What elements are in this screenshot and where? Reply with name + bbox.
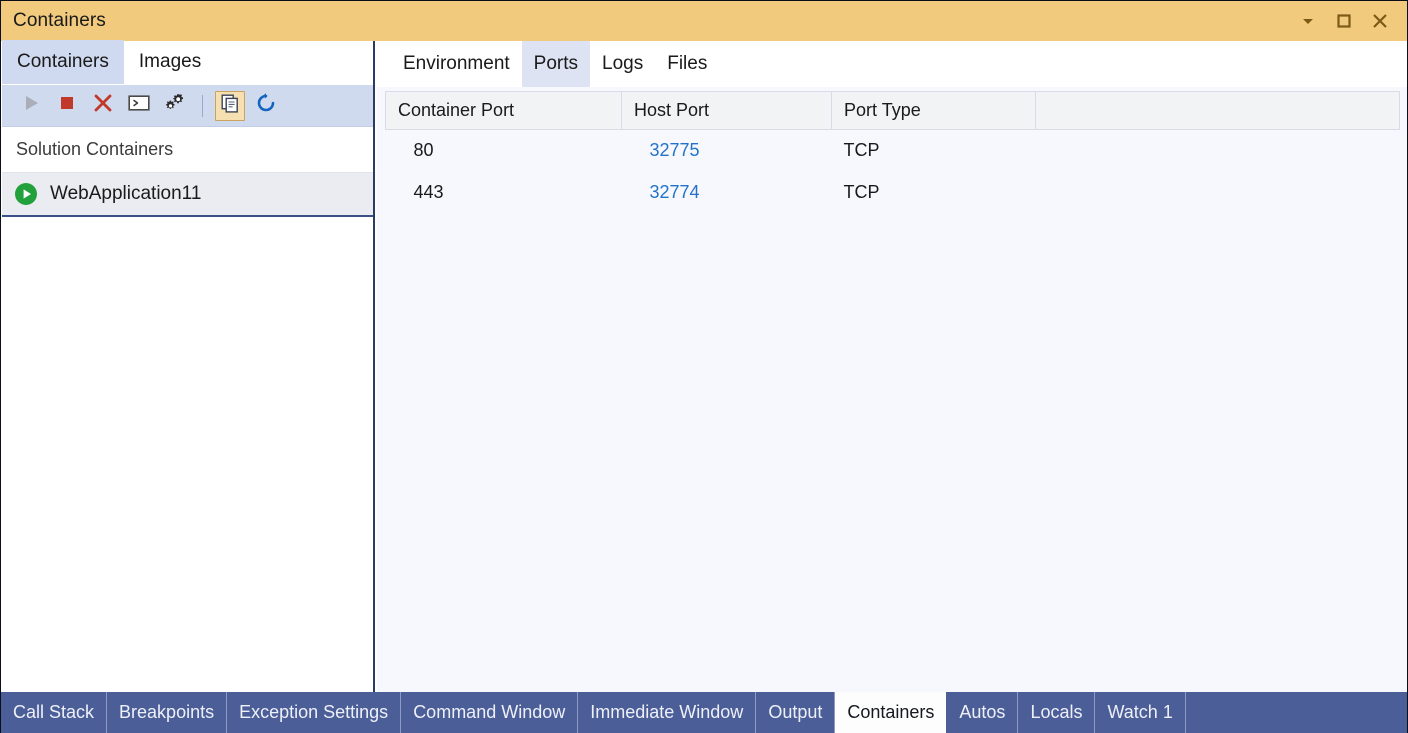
green-play-icon xyxy=(14,182,38,206)
tab-environment[interactable]: Environment xyxy=(391,41,522,87)
tab-environment-label: Environment xyxy=(403,53,510,75)
bottom-tab-call-stack-label: Call Stack xyxy=(13,702,94,723)
tab-files[interactable]: Files xyxy=(655,41,719,87)
bottom-tab-watch-1[interactable]: Watch 1 xyxy=(1095,692,1185,733)
tab-images[interactable]: Images xyxy=(124,40,216,84)
stop-square-icon xyxy=(57,93,77,118)
ports-table-body: 80 32775 TCP 443 32774 TCP xyxy=(386,130,1400,214)
chevron-down-icon[interactable] xyxy=(1291,6,1325,36)
left-tab-bar: Containers Images xyxy=(2,41,373,85)
terminal-icon xyxy=(127,93,151,118)
tab-containers-label: Containers xyxy=(17,51,109,73)
tab-images-label: Images xyxy=(139,51,201,73)
bottom-tab-exception-settings-label: Exception Settings xyxy=(239,702,388,723)
container-details-pane: Environment Ports Logs Files Container P… xyxy=(377,41,1407,692)
tab-files-label: Files xyxy=(667,53,707,75)
ports-table: Container Port Host Port Port Type 80 32… xyxy=(385,91,1400,214)
column-header-port-type[interactable]: Port Type xyxy=(832,92,1036,130)
start-button[interactable] xyxy=(16,91,46,121)
bottom-tab-locals[interactable]: Locals xyxy=(1018,692,1095,733)
bottom-tab-output[interactable]: Output xyxy=(756,692,835,733)
column-header-host-port[interactable]: Host Port xyxy=(622,92,832,130)
cell-host-port-link[interactable]: 32774 xyxy=(622,172,832,214)
bottom-tab-output-label: Output xyxy=(768,702,822,723)
table-row[interactable]: 80 32775 TCP xyxy=(386,130,1400,172)
bottom-tab-breakpoints[interactable]: Breakpoints xyxy=(107,692,227,733)
containers-tool-window: Containers Containers Images xyxy=(0,0,1408,733)
cell-blank xyxy=(1036,172,1400,214)
tab-logs[interactable]: Logs xyxy=(590,41,655,87)
solution-containers-header: Solution Containers xyxy=(2,127,373,173)
play-icon xyxy=(21,93,41,118)
solution-containers-label: Solution Containers xyxy=(16,139,173,160)
bottom-tab-command-window-label: Command Window xyxy=(413,702,565,723)
ports-table-wrapper: Container Port Host Port Port Type 80 32… xyxy=(377,87,1407,692)
cell-port-type: TCP xyxy=(832,172,1036,214)
ports-table-header: Container Port Host Port Port Type xyxy=(386,92,1400,130)
settings-button[interactable] xyxy=(160,91,190,121)
bottom-tab-locals-label: Locals xyxy=(1030,702,1082,723)
remove-button[interactable] xyxy=(88,91,118,121)
refresh-icon xyxy=(255,92,277,119)
toolbar-separator xyxy=(202,95,203,117)
refresh-button[interactable] xyxy=(251,91,281,121)
column-header-container-port[interactable]: Container Port xyxy=(386,92,622,130)
bottom-tab-call-stack[interactable]: Call Stack xyxy=(1,692,107,733)
cell-container-port: 443 xyxy=(386,172,622,214)
terminal-button[interactable] xyxy=(124,91,154,121)
tab-ports-label: Ports xyxy=(534,53,578,75)
bottom-tab-autos[interactable]: Autos xyxy=(947,692,1018,733)
bottom-tab-containers-label: Containers xyxy=(847,702,934,723)
copy-icon xyxy=(220,93,240,118)
bottom-tool-window-tab-strip: Call Stack Breakpoints Exception Setting… xyxy=(1,692,1408,733)
bottom-tab-strip-filler xyxy=(1186,692,1408,733)
container-list-empty-area xyxy=(2,217,373,621)
bottom-tab-immediate-window[interactable]: Immediate Window xyxy=(578,692,756,733)
bottom-tab-command-window[interactable]: Command Window xyxy=(401,692,578,733)
column-header-blank[interactable] xyxy=(1036,92,1400,130)
details-tab-bar: Environment Ports Logs Files xyxy=(377,41,1407,87)
tab-ports[interactable]: Ports xyxy=(522,41,590,87)
bottom-tab-breakpoints-label: Breakpoints xyxy=(119,702,214,723)
tab-logs-label: Logs xyxy=(602,53,643,75)
window-controls xyxy=(1291,6,1407,36)
cell-blank xyxy=(1036,130,1400,172)
close-icon[interactable] xyxy=(1363,6,1397,36)
container-name-label: WebApplication11 xyxy=(50,183,201,205)
x-icon xyxy=(92,92,114,119)
window-title: Containers xyxy=(13,10,106,32)
window-title-bar: Containers xyxy=(1,1,1407,41)
containers-toolbar xyxy=(2,85,373,127)
bottom-tab-immediate-window-label: Immediate Window xyxy=(590,702,743,723)
tab-containers[interactable]: Containers xyxy=(2,40,124,84)
table-header-row: Container Port Host Port Port Type xyxy=(386,92,1400,130)
cell-container-port: 80 xyxy=(386,130,622,172)
gears-icon xyxy=(163,92,187,119)
bottom-tab-watch-1-label: Watch 1 xyxy=(1107,702,1172,723)
containers-list-pane: Containers Images xyxy=(2,41,375,692)
stop-button[interactable] xyxy=(52,91,82,121)
bottom-tab-exception-settings[interactable]: Exception Settings xyxy=(227,692,401,733)
cell-host-port-link[interactable]: 32775 xyxy=(622,130,832,172)
maximize-icon[interactable] xyxy=(1327,6,1361,36)
list-item-container[interactable]: WebApplication11 xyxy=(2,173,373,217)
bottom-tab-autos-label: Autos xyxy=(959,702,1005,723)
cell-port-type: TCP xyxy=(832,130,1036,172)
view-details-button[interactable] xyxy=(215,91,245,121)
table-row[interactable]: 443 32774 TCP xyxy=(386,172,1400,214)
bottom-tab-containers[interactable]: Containers xyxy=(835,692,947,733)
